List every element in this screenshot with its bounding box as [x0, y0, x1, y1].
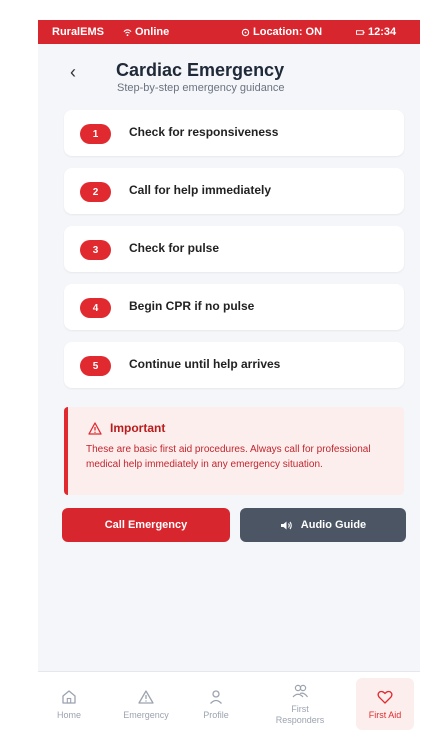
nav-item-home[interactable]: Home	[48, 672, 90, 735]
status-app-name: RuralEMS	[52, 26, 104, 38]
nav-item-first-aid[interactable]: First Aid	[356, 678, 414, 730]
step-number: 2	[80, 182, 111, 202]
nav-first-responders-label: First Responders	[275, 704, 325, 725]
audio-guide-label: Audio Guide	[300, 519, 367, 531]
location-pin-icon	[241, 28, 250, 36]
phone-screen: RuralEMS Online Location: ON 12:34 ‹ Car…	[38, 20, 420, 735]
heart-icon	[377, 690, 393, 704]
nav-first-aid-label: First Aid	[368, 709, 402, 720]
call-emergency-label: Call Emergency	[104, 519, 188, 531]
battery-icon	[356, 29, 365, 35]
warning-triangle-icon	[88, 421, 102, 435]
back-button[interactable]: ‹	[70, 62, 76, 83]
status-bar: RuralEMS Online Location: ON 12:34	[38, 20, 420, 44]
speaker-icon	[280, 521, 292, 529]
wifi-icon	[123, 28, 132, 36]
users-icon	[292, 684, 308, 698]
audio-guide-button[interactable]: Audio Guide	[240, 508, 406, 542]
nav-profile-label: Profile	[203, 709, 229, 720]
nav-item-emergency[interactable]: Emergency	[114, 672, 178, 735]
status-time: 12:34	[356, 26, 396, 38]
status-online: Online	[123, 26, 169, 38]
nav-home-label: Home	[56, 709, 81, 720]
nav-item-profile[interactable]: Profile	[195, 672, 237, 735]
step-number: 3	[80, 240, 111, 260]
step-text: Continue until help arrives	[129, 357, 281, 371]
page-header: ‹ Cardiac Emergency Step-by-step emergen…	[38, 44, 420, 102]
step-card: 1 Check for responsiveness	[64, 110, 404, 156]
page-subtitle: Step-by-step emergency guidance	[117, 82, 285, 94]
step-number: 5	[80, 356, 111, 376]
steps-list: 1 Check for responsiveness 2 Call for he…	[64, 110, 404, 400]
step-number: 1	[80, 124, 111, 144]
step-card: 5 Continue until help arrives	[64, 342, 404, 388]
step-text: Begin CPR if no pulse	[129, 299, 255, 313]
step-text: Call for help immediately	[129, 183, 272, 197]
user-icon	[210, 689, 222, 704]
nav-emergency-label: Emergency	[123, 709, 169, 720]
step-card: 2 Call for help immediately	[64, 168, 404, 214]
important-title: Important	[110, 421, 166, 435]
alert-triangle-icon	[138, 689, 154, 704]
step-card: 3 Check for pulse	[64, 226, 404, 272]
home-icon	[62, 689, 76, 704]
important-header: Important	[88, 421, 165, 435]
status-location-label: Location: ON	[253, 26, 323, 38]
important-text: These are basic first aid procedures. Al…	[86, 444, 371, 470]
step-text: Check for pulse	[129, 241, 220, 255]
status-location: Location: ON	[241, 26, 322, 38]
step-text: Check for responsiveness	[129, 125, 279, 139]
status-online-label: Online	[135, 26, 170, 38]
nav-item-first-responders[interactable]: First Responders	[266, 672, 334, 735]
bottom-nav: Home Emergency Profile First Responders …	[38, 671, 420, 735]
important-notice: Important These are basic first aid proc…	[64, 407, 404, 495]
call-emergency-button[interactable]: Call Emergency	[62, 508, 230, 542]
status-time-label: 12:34	[368, 26, 397, 38]
page-title: Cardiac Emergency	[116, 60, 285, 80]
step-card: 4 Begin CPR if no pulse	[64, 284, 404, 330]
step-number: 4	[80, 298, 111, 318]
